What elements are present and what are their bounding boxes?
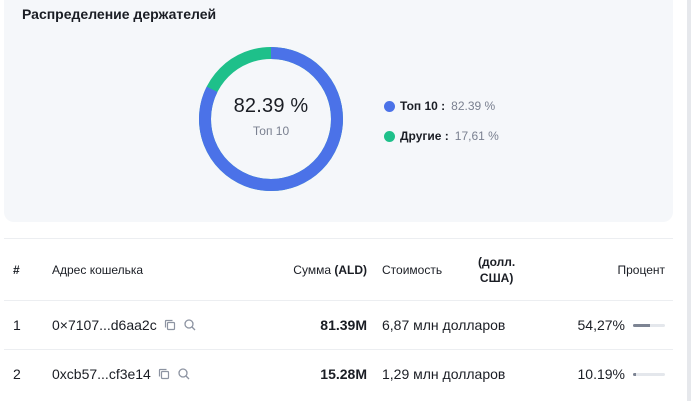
header-percent: Процент bbox=[617, 262, 665, 277]
row-percent: 54,27% bbox=[578, 301, 665, 349]
holder-donut-chart: 82.39 % Топ 10 bbox=[198, 46, 344, 192]
legend-dot-top10 bbox=[384, 100, 395, 112]
percent-bar-fill bbox=[633, 372, 637, 376]
header-sum-unit: (ALD) bbox=[334, 262, 367, 277]
percent-bar bbox=[633, 372, 665, 376]
row-percent-text: 54,27% bbox=[577, 317, 625, 333]
row-sum: 81.39M bbox=[320, 317, 367, 333]
header-value: Стоимость bbox=[382, 262, 443, 277]
legend-item-others: Другие : 17,61 % bbox=[384, 128, 499, 144]
copy-icon[interactable] bbox=[163, 318, 177, 332]
row-percent: 10.19% bbox=[578, 350, 665, 398]
row-sum: 15.28M bbox=[320, 366, 367, 382]
table-header: # Адрес кошелька Сумма (ALD) Стоимость (… bbox=[4, 238, 673, 300]
wallet-address-link[interactable]: 0xcb57...cf3e14 bbox=[52, 366, 151, 382]
header-sum[interactable]: Сумма (ALD) bbox=[293, 239, 367, 300]
donut-center: 82.39 % Топ 10 bbox=[198, 46, 344, 192]
wallet-address-link[interactable]: 0×7107...d6aa2c bbox=[52, 317, 157, 333]
holders-table: # Адрес кошелька Сумма (ALD) Стоимость (… bbox=[4, 238, 673, 398]
percent-bar-fill bbox=[633, 323, 651, 327]
card-title: Распределение держателей bbox=[22, 6, 217, 22]
table-row[interactable]: 2 0xcb57...cf3e14 15.28M 1,29 млн доллар… bbox=[4, 349, 673, 398]
row-value: 6,87 млн долларов bbox=[382, 317, 506, 333]
legend-value: 17,61 % bbox=[454, 129, 499, 143]
holder-distribution-card: Распределение держателей 82.39 % Топ 10 … bbox=[4, 0, 673, 222]
header-num: # bbox=[13, 262, 20, 277]
row-value: 1,29 млн долларов bbox=[382, 366, 506, 382]
scrollbar[interactable] bbox=[687, 0, 691, 401]
search-icon[interactable] bbox=[177, 367, 191, 381]
legend-item-top10: Топ 10 : 82.39 % bbox=[384, 98, 499, 114]
percent-bar bbox=[633, 323, 665, 327]
header-usd-line1: (долл. bbox=[478, 254, 516, 269]
table-row[interactable]: 1 0×7107...d6aa2c 81.39M 6,87 млн доллар… bbox=[4, 300, 673, 349]
row-num: 2 bbox=[13, 366, 21, 382]
row-percent-text: 10.19% bbox=[577, 366, 625, 382]
header-address: Адрес кошелька bbox=[52, 262, 144, 277]
header-usd-line2: США) bbox=[479, 270, 514, 285]
donut-center-label: Топ 10 bbox=[252, 123, 290, 138]
row-address: 0xcb57...cf3e14 bbox=[52, 350, 191, 398]
legend-label: Топ 10 : bbox=[400, 99, 446, 113]
donut-center-value: 82.39 % bbox=[233, 94, 309, 117]
header-sum-label: Сумма bbox=[293, 262, 331, 277]
legend-dot-others bbox=[384, 130, 395, 142]
search-icon[interactable] bbox=[183, 318, 197, 332]
legend-label: Другие : bbox=[400, 129, 449, 143]
row-num: 1 bbox=[13, 317, 21, 333]
row-address: 0×7107...d6aa2c bbox=[52, 301, 197, 349]
copy-icon[interactable] bbox=[157, 367, 171, 381]
chart-legend: Топ 10 : 82.39 % Другие : 17,61 % bbox=[384, 98, 499, 158]
legend-value: 82.39 % bbox=[451, 99, 496, 113]
header-usd: (долл. США) bbox=[478, 239, 515, 300]
